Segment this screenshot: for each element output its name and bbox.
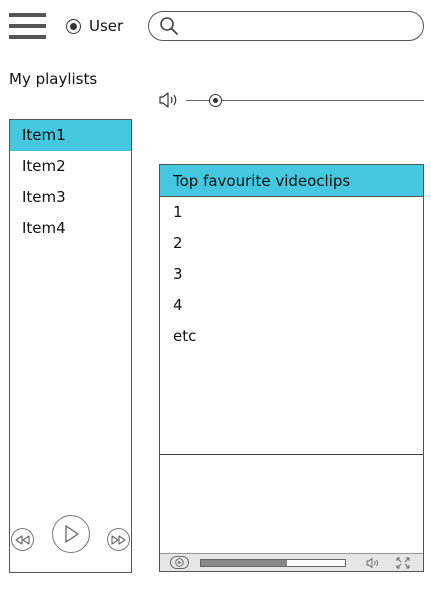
- videoclip-item[interactable]: 1: [160, 197, 423, 228]
- fast-forward-icon: [111, 534, 126, 545]
- playlist-item[interactable]: Item1: [10, 120, 131, 151]
- playlist-item[interactable]: Item4: [10, 213, 131, 244]
- play-icon: [65, 525, 79, 543]
- user-radio[interactable]: User: [66, 16, 123, 36]
- panel-divider: [160, 454, 423, 455]
- rewind-button[interactable]: [11, 528, 34, 551]
- playlists-heading: My playlists: [9, 70, 98, 88]
- search-box[interactable]: [148, 11, 424, 41]
- playlist-panel: Item1 Item2 Item3 Item4: [9, 119, 132, 573]
- play-button[interactable]: [52, 515, 90, 553]
- hamburger-menu-icon[interactable]: [9, 13, 46, 39]
- radio-icon[interactable]: [66, 18, 81, 34]
- player-play-button[interactable]: [170, 556, 189, 569]
- videoclip-item[interactable]: 2: [160, 228, 423, 259]
- videoclip-item[interactable]: etc: [160, 321, 423, 352]
- videoclip-item[interactable]: 3: [160, 259, 423, 290]
- videoclip-item[interactable]: 4: [160, 290, 423, 321]
- speaker-icon[interactable]: [158, 90, 180, 110]
- playlist-list: Item1 Item2 Item3 Item4: [10, 120, 131, 244]
- user-label: User: [89, 17, 124, 35]
- search-input[interactable]: [185, 16, 415, 36]
- playlist-item[interactable]: Item3: [10, 182, 131, 213]
- videoclips-panel: Top favourite videoclips 1 2 3 4 etc: [159, 164, 424, 572]
- volume-slider-thumb[interactable]: [208, 94, 222, 107]
- fast-forward-button[interactable]: [107, 528, 130, 551]
- video-player-bar: [160, 553, 423, 571]
- hamburger-line: [9, 24, 46, 28]
- playlist-item[interactable]: Item2: [10, 151, 131, 182]
- search-icon: [160, 17, 178, 35]
- videoclip-list: 1 2 3 4 etc: [160, 197, 423, 352]
- player-progress-bar[interactable]: [200, 559, 346, 567]
- videoclips-header: Top favourite videoclips: [160, 165, 423, 197]
- hamburger-line: [9, 13, 46, 17]
- speaker-icon[interactable]: [366, 557, 382, 569]
- hamburger-line: [9, 35, 46, 39]
- player-progress-fill: [201, 560, 288, 566]
- rewind-icon: [15, 534, 30, 545]
- play-icon: [175, 558, 184, 567]
- fullscreen-icon[interactable]: [396, 557, 410, 569]
- volume-slider-track[interactable]: [186, 100, 424, 102]
